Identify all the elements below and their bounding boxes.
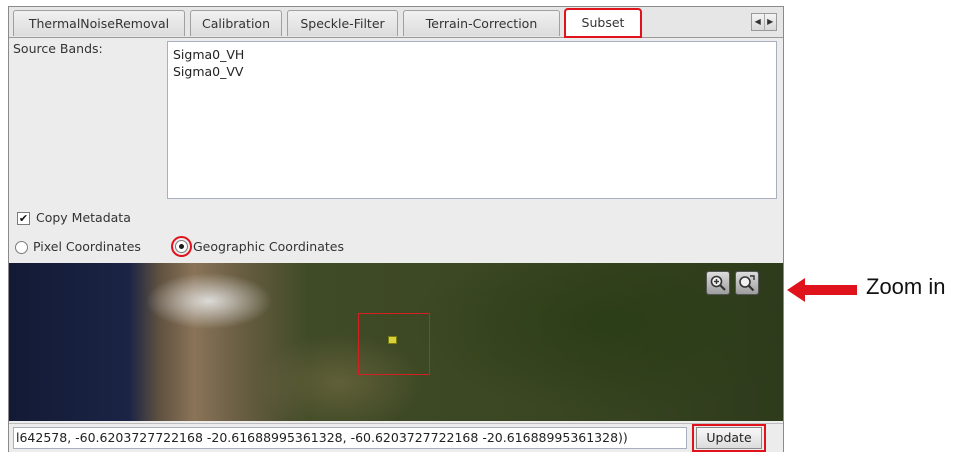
update-button[interactable]: Update [696,427,762,449]
world-map[interactable] [9,263,783,421]
band-item[interactable]: Sigma0_VV [172,63,772,80]
band-item[interactable]: Sigma0_VH [172,46,772,63]
tab-terrain-correction[interactable]: Terrain-Correction [403,10,560,36]
zoom-all-icon [739,275,755,292]
source-bands-label: Source Bands: [13,41,103,56]
pixel-coordinates-label: Pixel Coordinates [33,239,141,254]
annotation-label: Zoom in [866,274,946,299]
subset-panel: ThermalNoiseRemoval Calibration Speckle-… [8,6,784,452]
tab-scroll-right-icon[interactable]: ▶ [763,14,777,30]
selection-region-box [358,313,430,375]
source-bands-list[interactable]: Sigma0_VH Sigma0_VV [167,41,777,199]
tab-calibration[interactable]: Calibration [190,10,282,36]
tab-speckle-filter[interactable]: Speckle-Filter [287,10,398,36]
tab-scroll-left-icon[interactable]: ◀ [752,14,764,30]
pixel-coordinates-radio[interactable] [15,241,28,254]
tab-subset[interactable]: Subset [564,8,642,38]
selected-area-marker [388,336,397,344]
zoom-in-icon [710,275,726,291]
copy-metadata-checkbox[interactable]: ✔ [17,212,30,225]
zoom-all-button[interactable] [735,271,759,295]
tab-scroll-buttons[interactable]: ◀ ▶ [751,13,777,31]
geographic-radio-highlight [171,236,192,257]
geo-region-field[interactable]: l642578, -60.6203727722168 -20.616889953… [13,427,687,449]
tab-bar: ThermalNoiseRemoval Calibration Speckle-… [9,7,783,38]
annotation-arrow-icon [787,278,857,302]
copy-metadata-label: Copy Metadata [36,210,131,225]
zoom-in-button[interactable] [706,271,730,295]
geographic-coordinates-label: Geographic Coordinates [193,239,344,254]
coordinates-bar: l642578, -60.6203727722168 -20.616889953… [9,423,783,452]
tab-thermal-noise-removal[interactable]: ThermalNoiseRemoval [13,10,185,36]
